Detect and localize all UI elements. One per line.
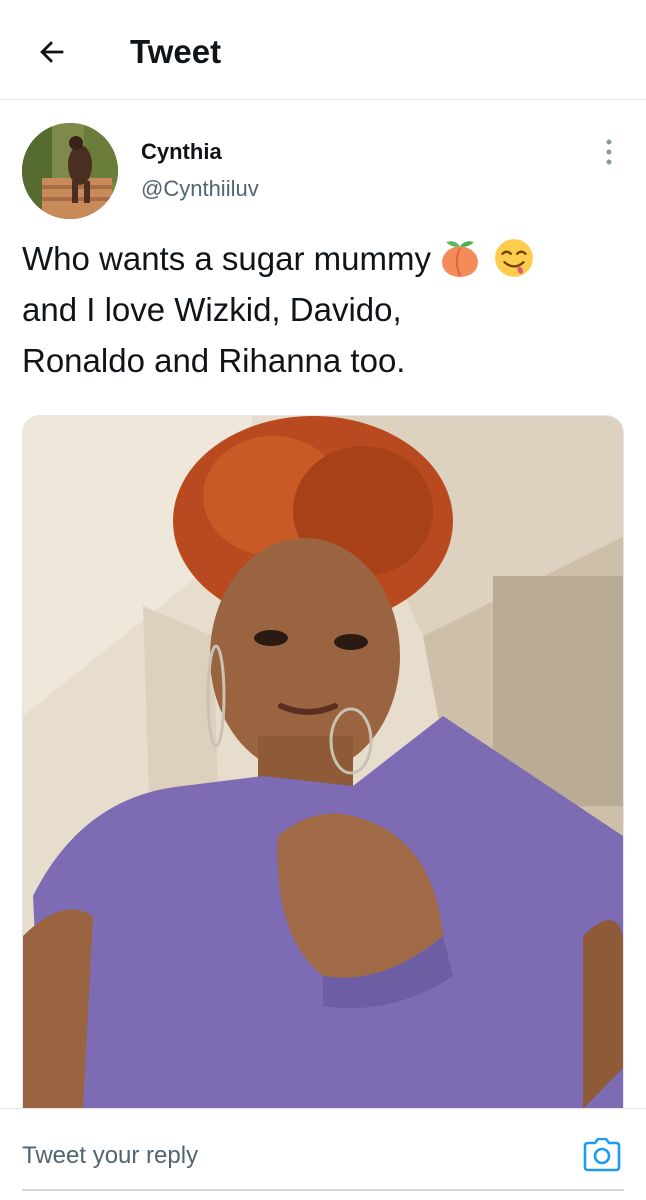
camera-button[interactable] xyxy=(582,1135,622,1175)
author-handle[interactable]: @Cynthiiluv xyxy=(141,176,259,202)
avatar[interactable] xyxy=(22,123,118,219)
back-button[interactable] xyxy=(30,30,74,74)
page-title: Tweet xyxy=(130,33,222,70)
avatar-image xyxy=(22,123,118,219)
tweet-text-line-3: Ronaldo and Rihanna too. xyxy=(22,342,406,379)
tweet-text-segment: Who wants a sugar mummy xyxy=(22,240,431,277)
tweet-text: Who wants a sugar mummy and I love Wizki… xyxy=(22,233,622,386)
author-display-name[interactable]: Cynthia xyxy=(141,139,222,165)
more-options-button[interactable] xyxy=(592,134,626,170)
arrow-left-icon xyxy=(40,41,64,63)
tweet-text-line-1: Who wants a sugar mummy xyxy=(22,233,622,284)
top-bar: Tweet xyxy=(0,0,646,100)
tweet-text-line-2: and I love Wizkid, Davido, xyxy=(22,291,402,328)
tweet-media-image[interactable] xyxy=(22,415,624,1108)
reply-bar xyxy=(0,1108,646,1200)
camera-icon xyxy=(583,1138,621,1172)
photo xyxy=(23,416,623,1108)
peach-emoji xyxy=(442,241,478,278)
reply-input[interactable] xyxy=(22,1139,562,1173)
vertical-ellipsis-icon xyxy=(606,139,612,165)
reply-underline xyxy=(22,1189,624,1191)
face-savoring-food-emoji xyxy=(495,239,533,278)
